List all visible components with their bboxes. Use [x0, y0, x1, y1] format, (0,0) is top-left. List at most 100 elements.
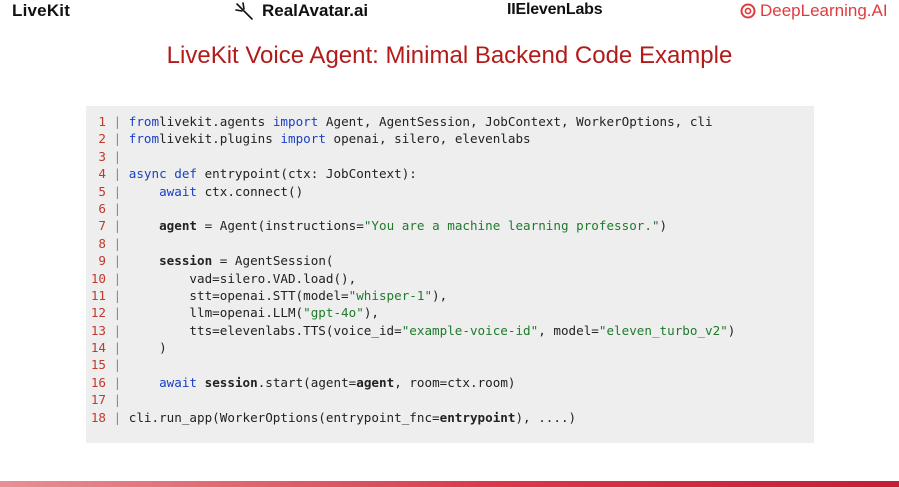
- code-line: 5 | await ctx.connect(): [86, 183, 814, 200]
- line-number: 1: [98, 114, 106, 129]
- code-line: 15 |: [86, 356, 814, 373]
- line-number: 16: [90, 374, 106, 390]
- code-text: ): [128, 340, 167, 356]
- code-text: Agent, AgentSession, JobContext, WorkerO…: [318, 114, 713, 129]
- line-number: 13: [90, 322, 106, 338]
- code-line: 2 | fromlivekit.plugins import openai, s…: [86, 130, 814, 147]
- code-line: 9 | session = AgentSession(: [86, 252, 814, 269]
- line-number: 12: [90, 305, 106, 321]
- code-string: "example-voice-id": [401, 322, 539, 338]
- code-line: 16 | await session.start(agent=agent, ro…: [86, 374, 814, 391]
- line-number: 5: [98, 183, 106, 199]
- code-keyword: import: [272, 114, 319, 129]
- line-number: 18: [90, 409, 106, 425]
- line-separator: |: [106, 270, 129, 286]
- line-separator: |: [106, 322, 129, 338]
- line-number: 17: [90, 392, 106, 408]
- code-keyword: from: [128, 114, 160, 129]
- code-line: 3 |: [86, 148, 814, 165]
- line-number: 2: [98, 131, 106, 147]
- code-identifier: session: [204, 374, 258, 390]
- code-keyword: from: [128, 131, 160, 147]
- code-keyword: await: [159, 183, 198, 199]
- bottom-accent-bar: [0, 481, 899, 487]
- line-number: 10: [90, 270, 106, 286]
- code-text: llm=openai.LLM(: [128, 305, 304, 321]
- code-keyword: import: [280, 131, 326, 147]
- line-number: 9: [98, 253, 106, 269]
- line-separator: |: [106, 183, 129, 199]
- code-line: 12 | llm=openai.LLM("gpt-4o"),: [86, 304, 814, 321]
- code-lines: 1 | fromlivekit.agents import Agent, Age…: [86, 113, 814, 426]
- deeplearning-circle-icon: [740, 3, 756, 19]
- code-text: ): [727, 322, 736, 338]
- code-line: 6 |: [86, 200, 814, 217]
- code-string: "whisper-1": [348, 287, 433, 303]
- line-separator: |: [106, 357, 129, 373]
- code-text: ctx.connect(): [197, 183, 304, 199]
- code-identifier: session: [159, 253, 213, 269]
- code-string: "You are a machine learning professor.": [363, 218, 660, 234]
- code-identifier: agent: [356, 374, 395, 390]
- code-line: 14 | ): [86, 339, 814, 356]
- code-text: .start(agent=: [257, 374, 357, 390]
- line-separator: |: [106, 392, 129, 408]
- realavatar-spark-icon: [235, 2, 253, 20]
- line-number: 6: [98, 200, 106, 216]
- line-separator: |: [106, 235, 129, 251]
- code-text: , model=: [538, 322, 599, 338]
- line-separator: |: [106, 200, 129, 216]
- code-text: openai, silero, elevenlabs: [325, 131, 531, 147]
- code-line: 1 | fromlivekit.agents import Agent, Age…: [86, 113, 814, 130]
- line-separator: |: [106, 131, 129, 147]
- line-separator: |: [106, 340, 129, 356]
- code-text: ),: [432, 287, 448, 303]
- code-text: = Agent(instructions=: [197, 218, 364, 234]
- line-separator: |: [106, 218, 129, 234]
- code-text: cli.run_app(WorkerOptions(entrypoint_fnc…: [128, 409, 440, 425]
- code-line: 13 | tts=elevenlabs.TTS(voice_id="exampl…: [86, 322, 814, 339]
- code-text: stt=openai.STT(model=: [128, 287, 349, 303]
- code-panel: 1 | fromlivekit.agents import Agent, Age…: [86, 106, 814, 443]
- code-line: 4 | async def entrypoint(ctx: JobContext…: [86, 165, 814, 182]
- deeplearning-logo-text: DeepLearning.AI: [760, 1, 888, 20]
- code-line: 17 |: [86, 391, 814, 408]
- line-separator: |: [106, 166, 129, 182]
- code-identifier: agent: [159, 218, 198, 234]
- line-number: 7: [98, 218, 106, 234]
- code-line: 7 | agent = Agent(instructions="You are …: [86, 217, 814, 234]
- code-text: ),: [363, 305, 379, 321]
- line-number: 14: [90, 340, 106, 356]
- code-text: livekit.plugins: [159, 131, 281, 147]
- code-text: entrypoint(ctx: JobContext):: [197, 166, 417, 182]
- line-number: 15: [90, 357, 106, 373]
- elevenlabs-logo: IIElevenLabs: [507, 1, 603, 18]
- code-line: 10 | vad=silero.VAD.load(),: [86, 270, 814, 287]
- line-separator: |: [106, 253, 129, 269]
- line-number: 8: [98, 235, 106, 251]
- line-separator: |: [106, 287, 129, 303]
- code-text: , room=ctx.room): [394, 374, 516, 390]
- code-string: "eleven_turbo_v2": [598, 322, 728, 338]
- code-text: ): [659, 218, 668, 234]
- deeplearning-logo: DeepLearning.AI: [740, 1, 888, 21]
- code-line: 18 | cli.run_app(WorkerOptions(entrypoin…: [86, 409, 814, 426]
- code-string: "gpt-4o": [303, 305, 364, 321]
- code-text: = AgentSession(: [212, 253, 334, 269]
- line-separator: |: [106, 409, 129, 425]
- slide-title: LiveKit Voice Agent: Minimal Backend Cod…: [166, 42, 733, 69]
- code-text: livekit.agents: [159, 114, 273, 129]
- code-line: 11 | stt=openai.STT(model="whisper-1"),: [86, 287, 814, 304]
- livekit-logo: LiveKit: [12, 1, 71, 20]
- code-text: tts=elevenlabs.TTS(voice_id=: [128, 322, 402, 338]
- line-separator: |: [106, 114, 129, 129]
- realavatar-logo-text: RealAvatar.ai: [262, 1, 369, 20]
- line-number: 11: [90, 287, 106, 303]
- line-separator: |: [106, 305, 129, 321]
- code-text: ), ....): [515, 409, 577, 425]
